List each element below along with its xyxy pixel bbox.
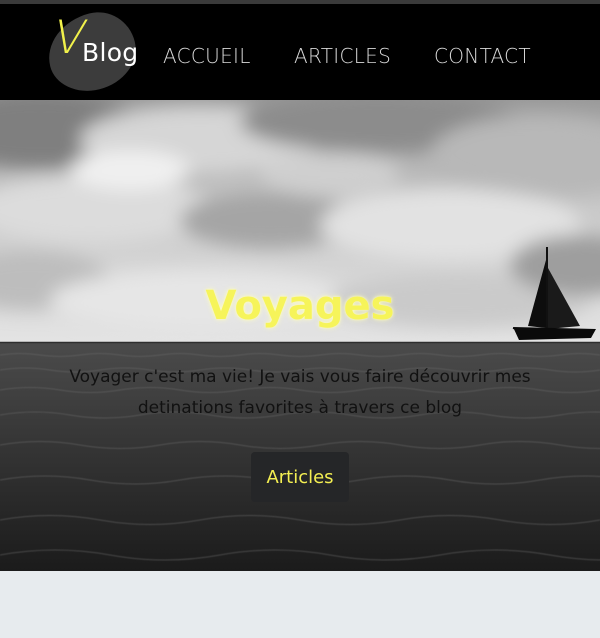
articles-button[interactable]: Articles bbox=[251, 452, 349, 502]
logo-text: Blog bbox=[82, 38, 139, 67]
page-footer-area bbox=[0, 571, 600, 638]
nav-link-articles[interactable]: ARTICLES bbox=[294, 46, 391, 66]
hero-subtitle: Voyager c'est ma vie! Je vais vous faire… bbox=[69, 367, 531, 418]
nav-link-contact[interactable]: CONTACT bbox=[434, 46, 531, 66]
hero-section: Voyages Voyager c'est ma vie! Je vais vo… bbox=[0, 100, 600, 571]
site-logo[interactable]: V Blog bbox=[40, 4, 144, 100]
navbar: V Blog ACCUEIL ARTICLES CONTACT bbox=[0, 4, 600, 100]
hero-title: Voyages bbox=[205, 283, 395, 329]
nav-link-accueil[interactable]: ACCUEIL bbox=[163, 46, 251, 66]
